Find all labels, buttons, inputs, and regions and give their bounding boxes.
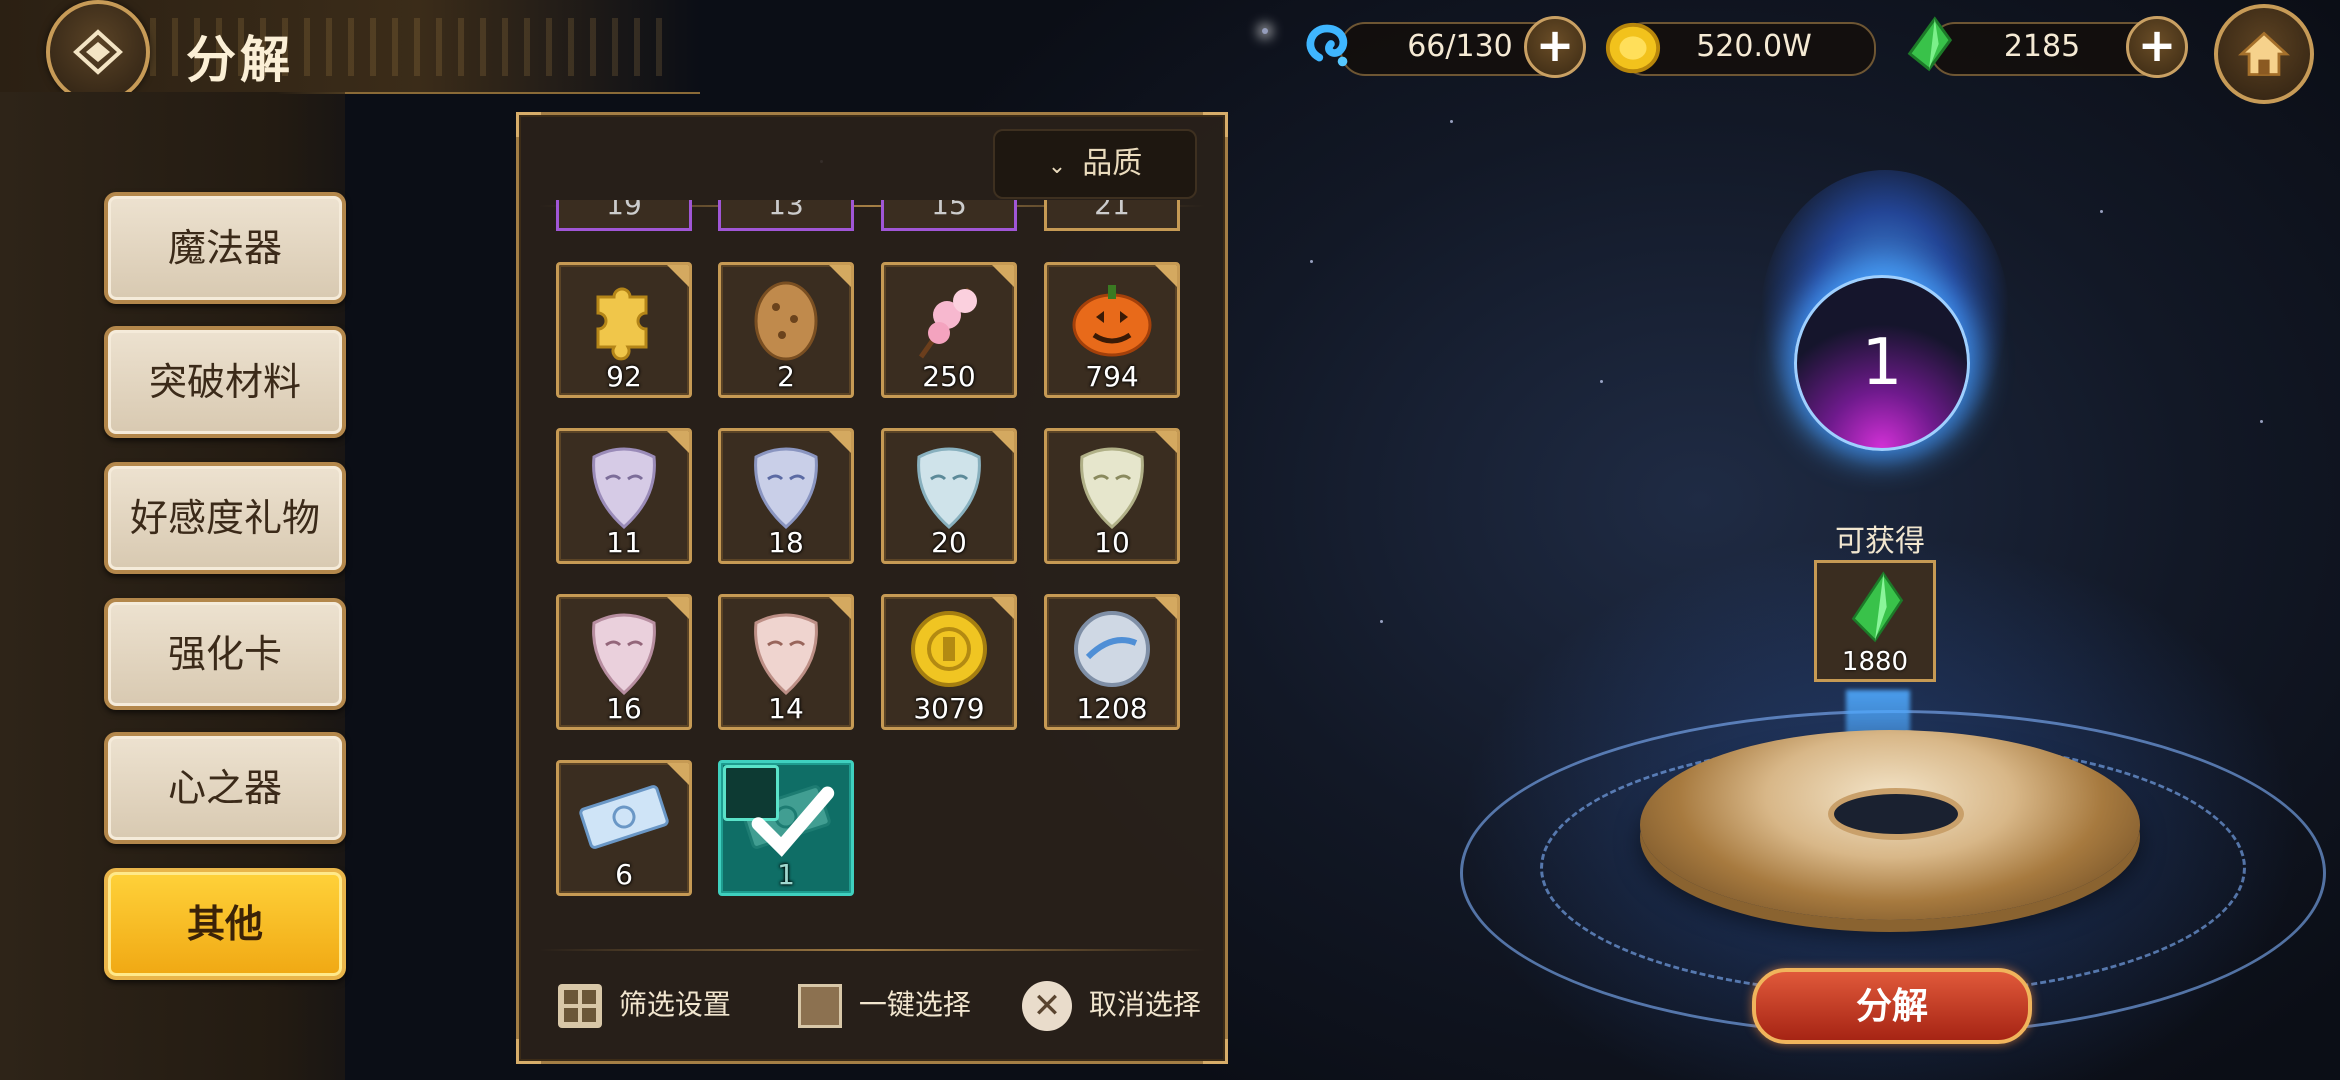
green-crystal-icon <box>1907 16 1953 72</box>
item-gold-coin[interactable]: 3079 <box>881 594 1017 730</box>
gold-coin-icon <box>911 611 987 687</box>
add-gem-button[interactable]: + <box>2126 16 2188 78</box>
category-breakthrough[interactable]: 突破材料 <box>104 326 346 438</box>
decompose-button[interactable]: 分解 <box>1752 968 2032 1044</box>
back-icon <box>73 29 123 75</box>
mask-rose-icon <box>754 613 818 696</box>
home-button[interactable] <box>2214 4 2314 104</box>
reward-item[interactable]: 1880 <box>1814 560 1936 682</box>
egg-icon <box>754 281 818 361</box>
item-puzzle[interactable]: 92 <box>556 262 692 398</box>
selected-count-orb: 1 <box>1794 275 1970 451</box>
mask-lilac-icon <box>592 447 656 530</box>
item-ticket[interactable]: 6 <box>556 760 692 896</box>
gold-coin-icon <box>1605 22 1661 74</box>
stamina-value: 66/130 <box>1407 29 1513 64</box>
item-panel: ⌄ 品质 <box>516 112 1228 1064</box>
puzzle-icon <box>596 287 648 361</box>
item-mask[interactable]: 11 <box>556 428 692 564</box>
item-mask[interactable]: 10 <box>1044 428 1180 564</box>
close-icon: ✕ <box>1022 981 1072 1031</box>
chevron-down-icon: ⌄ <box>1047 154 1067 179</box>
stamina-icon <box>1306 24 1348 67</box>
partial-item[interactable]: 15 <box>881 200 1017 231</box>
partial-item[interactable]: 13 <box>718 200 854 231</box>
pumpkin-icon <box>1072 285 1152 357</box>
mask-cream-icon <box>1080 447 1144 530</box>
mask-blue-icon <box>754 447 818 530</box>
select-all-label: 一键选择 <box>858 988 971 1021</box>
filter-settings-label: 筛选设置 <box>618 988 731 1021</box>
category-other[interactable]: 其他 <box>104 868 346 980</box>
ticket-icon <box>579 785 669 849</box>
item-mask[interactable]: 16 <box>556 594 692 730</box>
filter-label: 品质 <box>1082 146 1143 181</box>
checkbox-icon <box>798 984 842 1028</box>
item-silver-coin[interactable]: 1208 <box>1044 594 1180 730</box>
item-pumpkin[interactable]: 794 <box>1044 262 1180 398</box>
back-button[interactable] <box>46 0 150 104</box>
home-icon <box>2238 31 2290 76</box>
item-sakura[interactable]: 250 <box>881 262 1017 398</box>
obtainable-label: 可获得 <box>1835 524 1925 559</box>
sakura-branch-icon <box>918 287 977 359</box>
cancel-select-button[interactable]: ✕ 取消选择 <box>1022 980 1201 1031</box>
quality-filter-dropdown[interactable]: ⌄ 品质 <box>993 129 1197 199</box>
platform-center <box>1828 788 1964 840</box>
grid-icon <box>558 984 602 1028</box>
filter-settings-button[interactable]: 筛选设置 <box>558 980 731 1030</box>
gold-value: 520.0W <box>1696 29 1812 64</box>
partial-item[interactable]: 21 <box>1044 200 1180 231</box>
item-ticket-selected[interactable]: 1 <box>718 760 854 896</box>
item-mask[interactable]: 18 <box>718 428 854 564</box>
category-heart-device[interactable]: 心之器 <box>104 732 346 844</box>
cancel-select-label: 取消选择 <box>1088 988 1201 1021</box>
select-all-button[interactable]: 一键选择 <box>798 980 971 1030</box>
page-title: 分解 <box>186 30 294 89</box>
category-affection-gift[interactable]: 好感度礼物 <box>104 462 346 574</box>
mask-cyan-icon <box>917 447 981 530</box>
reward-count: 1880 <box>1841 647 1909 677</box>
gem-value: 2185 <box>2003 29 2081 64</box>
green-crystal-icon <box>1851 571 1904 643</box>
item-mask[interactable]: 14 <box>718 594 854 730</box>
partial-item[interactable]: 19 <box>556 200 692 231</box>
checkmark-icon <box>723 765 835 857</box>
category-enhance-card[interactable]: 强化卡 <box>104 598 346 710</box>
mask-pink-icon <box>592 613 656 696</box>
category-magic-device[interactable]: 魔法器 <box>104 192 346 304</box>
item-egg[interactable]: 2 <box>718 262 854 398</box>
item-mask[interactable]: 20 <box>881 428 1017 564</box>
silver-coin-icon <box>1074 611 1150 687</box>
add-stamina-button[interactable]: + <box>1524 16 1586 78</box>
